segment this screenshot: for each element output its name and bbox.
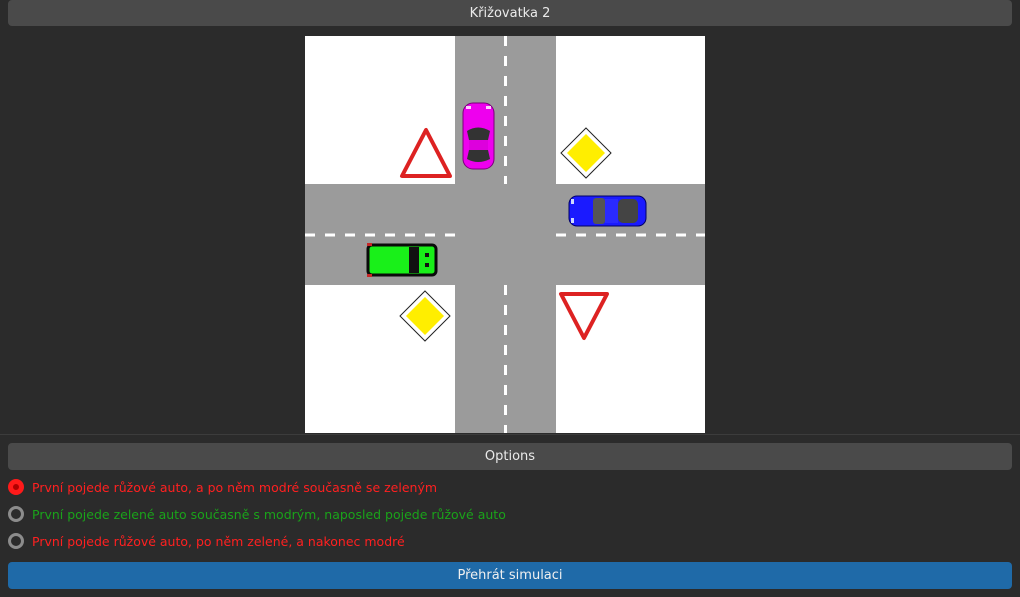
- option-1[interactable]: První pojede růžové auto, a po něm modré…: [8, 476, 437, 498]
- blue-car-icon: [568, 195, 647, 227]
- option-label: První pojede růžové auto, a po něm modré…: [32, 479, 438, 495]
- radio-button[interactable]: [8, 533, 24, 549]
- options-header: Options: [8, 443, 1012, 470]
- options-title: Options: [484, 449, 536, 464]
- intersection-svg: [305, 36, 705, 433]
- intersection-canvas: [305, 36, 705, 433]
- option-label: První pojede zelené auto současně s modr…: [32, 506, 506, 522]
- scene-title: Křižovatka 2: [469, 5, 551, 21]
- title-bar: Křižovatka 2: [8, 0, 1012, 26]
- option-3[interactable]: První pojede růžové auto, po něm zelené,…: [8, 530, 405, 552]
- pink-car-icon: [462, 102, 495, 170]
- option-2[interactable]: První pojede zelené auto současně s modr…: [8, 503, 506, 525]
- green-car-icon: [366, 243, 438, 277]
- radio-button-selected[interactable]: [8, 479, 24, 495]
- option-label: První pojede růžové auto, po něm zelené,…: [32, 533, 405, 549]
- play-simulation-button[interactable]: Přehrát simulaci: [8, 562, 1012, 589]
- play-simulation-label: Přehrát simulaci: [457, 568, 563, 583]
- radio-button[interactable]: [8, 506, 24, 522]
- divider: [0, 434, 1020, 435]
